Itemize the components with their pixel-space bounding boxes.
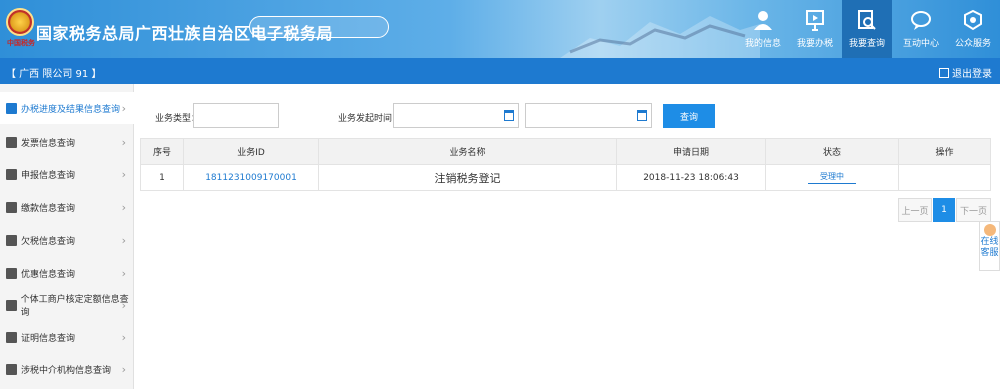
chevron-right-icon: ›: [121, 362, 126, 376]
arrears-icon: [6, 234, 17, 246]
business-icon: [6, 299, 17, 311]
next-page-button[interactable]: 下一页: [956, 198, 991, 222]
nav-label: 我要查询: [848, 39, 885, 49]
logout-icon: [939, 67, 949, 78]
sidebar-item-label: 办税进度及结果信息查询: [21, 104, 121, 115]
nav-interaction[interactable]: 互动中心: [896, 0, 946, 58]
search-doc-icon: [858, 10, 876, 30]
table-header-row: 序号 业务ID 业务名称 申请日期 状态 操作: [140, 138, 991, 165]
cell-apply-date: 2018-11-23 18:06:43: [616, 164, 766, 191]
start-time-label: 业务发起时间：: [338, 114, 402, 124]
table-row: 1 1811231009170001 注销税务登记 2018-11-23 18:…: [140, 164, 991, 191]
nav-label: 公众服务: [954, 39, 991, 49]
nav-label: 互动中心: [902, 39, 939, 49]
sidebar-item-label: 涉税中介机构信息查询: [21, 365, 112, 376]
calendar-icon[interactable]: [637, 110, 647, 121]
nav-public-service[interactable]: 公众服务: [948, 0, 998, 58]
chevron-right-icon: ›: [121, 233, 126, 247]
top-header: 中国税务 国家税务总局广西壮族自治区电子税务局 我的信息 我要办税 我要查询 互…: [0, 0, 1000, 58]
col-business-id: 业务ID: [183, 138, 319, 165]
document-edit-icon: [6, 102, 17, 114]
online-service-line2: 客服: [980, 248, 999, 258]
nav-label: 我的信息: [744, 39, 781, 49]
sidebar-item-arrears[interactable]: 欠税信息查询 ›: [0, 224, 134, 256]
sidebar-item-label: 缴款信息查询: [21, 203, 76, 214]
chevron-right-icon: ›: [121, 298, 126, 312]
chevron-right-icon: ›: [121, 167, 126, 181]
user-icon: [754, 11, 772, 30]
col-action: 操作: [898, 138, 991, 165]
chevron-right-icon: ›: [121, 330, 126, 344]
certificate-icon: [6, 331, 17, 343]
nav-my-info[interactable]: 我的信息: [738, 0, 788, 58]
results-table: 序号 业务ID 业务名称 申请日期 状态 操作 1 18112310091700…: [140, 138, 991, 191]
payment-icon: [6, 201, 17, 213]
sidebar-item-label: 证明信息查询: [21, 333, 76, 344]
sidebar-item-payment[interactable]: 缴款信息查询 ›: [0, 191, 134, 223]
nav-label: 我要办税: [796, 39, 833, 49]
cell-action: [898, 164, 991, 191]
chevron-right-icon: ›: [121, 200, 126, 214]
status-link[interactable]: 受理中: [808, 171, 856, 184]
sidebar-item-agency[interactable]: 涉税中介机构信息查询 ›: [0, 353, 134, 385]
sidebar-item-label: 欠税信息查询: [21, 236, 76, 247]
taxpayer-bar: 【 广西 限公司 91 】 退出登录: [0, 58, 1000, 84]
header-search-input[interactable]: [249, 16, 389, 38]
col-index: 序号: [140, 138, 184, 165]
nav-query[interactable]: 我要查询: [842, 0, 892, 58]
nav-handle-tax[interactable]: 我要办税: [790, 0, 840, 58]
service-icon: [964, 9, 982, 31]
sidebar: 办税进度及结果信息查询 › 发票信息查询 › 申报信息查询 › 缴款信息查询 ›…: [0, 84, 134, 389]
sidebar-item-label: 个体工商户核定定额信息查询: [20, 295, 129, 318]
chevron-right-icon: ›: [121, 135, 126, 149]
cell-status: 受理中: [765, 164, 899, 191]
sidebar-item-invoice[interactable]: 发票信息查询 ›: [0, 126, 134, 158]
sidebar-item-individual-business[interactable]: 个体工商户核定定额信息查询 ›: [0, 289, 134, 321]
preferential-icon: [6, 267, 17, 279]
tax-emblem-icon: [6, 8, 34, 36]
taxpayer-info: 【 广西 限公司 91 】: [6, 69, 102, 80]
cell-business-name: 注销税务登记: [318, 164, 617, 191]
sidebar-item-label: 发票信息查询: [21, 138, 76, 149]
col-status: 状态: [765, 138, 899, 165]
chevron-right-icon: ›: [121, 101, 126, 115]
sidebar-item-label: 申报信息查询: [21, 170, 76, 181]
emblem-caption: 中国税务: [7, 39, 35, 47]
online-service-button[interactable]: 在线 客服: [979, 221, 1000, 271]
sidebar-item-progress[interactable]: 办税进度及结果信息查询 ›: [0, 92, 134, 124]
sidebar-item-preferential[interactable]: 优惠信息查询 ›: [0, 257, 134, 289]
col-apply-date: 申请日期: [616, 138, 766, 165]
logout-label: 退出登录: [952, 69, 992, 80]
chat-icon: [911, 11, 931, 30]
agency-icon: [6, 363, 17, 375]
declaration-icon: [6, 168, 17, 180]
chevron-right-icon: ›: [121, 266, 126, 280]
end-date-input[interactable]: [525, 103, 652, 128]
monitor-icon: [806, 10, 824, 31]
business-type-input[interactable]: [193, 103, 279, 128]
sidebar-item-certificate[interactable]: 证明信息查询 ›: [0, 321, 134, 353]
query-button[interactable]: 查询: [663, 104, 715, 128]
page-1-button[interactable]: 1: [933, 198, 955, 222]
prev-page-button[interactable]: 上一页: [898, 198, 932, 222]
invoice-icon: [6, 136, 17, 148]
cell-index: 1: [140, 164, 184, 191]
sidebar-item-label: 优惠信息查询: [21, 269, 76, 280]
agent-avatar-icon: [983, 224, 996, 236]
col-business-name: 业务名称: [318, 138, 617, 165]
logout-link[interactable]: 退出登录: [939, 65, 992, 80]
start-date-input[interactable]: [393, 103, 519, 128]
great-wall-decoration: [560, 16, 760, 58]
online-service-line1: 在线: [980, 237, 999, 247]
cell-business-id[interactable]: 1811231009170001: [183, 164, 319, 191]
sidebar-item-declaration[interactable]: 申报信息查询 ›: [0, 158, 134, 190]
calendar-icon[interactable]: [504, 110, 514, 121]
